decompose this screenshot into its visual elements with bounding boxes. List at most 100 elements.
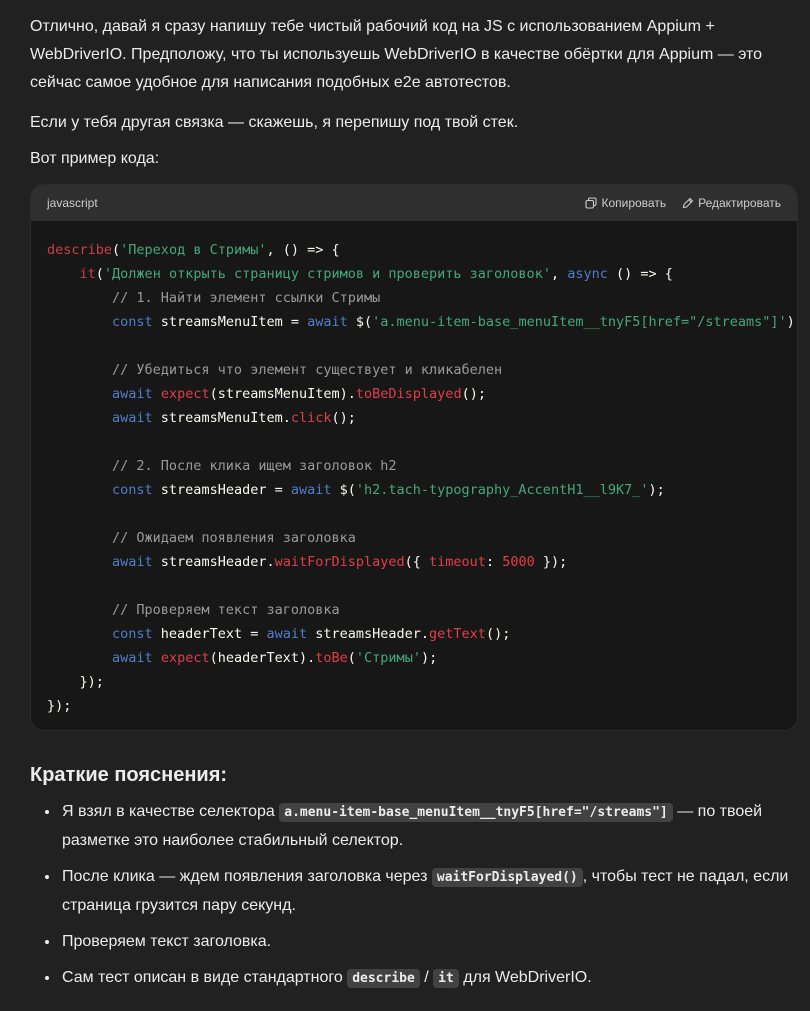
code-token: $( — [331, 482, 356, 498]
code-line: // 1. Найти элемент ссылки Стримы — [47, 286, 781, 310]
code-token: const — [112, 314, 153, 330]
code-token: 'a.menu-item-base_menuItem__tnyF5[href="… — [372, 314, 787, 330]
code-line: // 2. После клика ищем заголовок h2 — [47, 454, 781, 478]
code-token: , — [550, 266, 568, 282]
code-line: // Проверяем текст заголовка — [47, 598, 781, 622]
code-token: ); — [648, 482, 665, 498]
inline-code: waitForDisplayed() — [431, 868, 583, 887]
code-token: (); — [461, 386, 486, 402]
code-token: }); — [534, 554, 568, 570]
code-token: , () => { — [266, 242, 340, 258]
code-line: }); — [47, 670, 781, 694]
code-token: 'Переход в Стримы' — [120, 242, 267, 258]
code-line: await expect(headerText).toBe('Стримы'); — [47, 646, 781, 670]
code-token: : — [485, 554, 503, 570]
code-line: await expect(streamsMenuItem).toBeDispla… — [47, 382, 781, 406]
code-token: const — [112, 482, 153, 498]
code-token: ); — [786, 314, 797, 330]
code-token: streamsMenuItem. — [152, 410, 291, 426]
code-token: // Проверяем текст заголовка — [47, 602, 340, 618]
code-token: await — [307, 314, 348, 330]
code-token: streamsHeader. — [152, 554, 275, 570]
code-line: // Ожидаем появления заголовка — [47, 526, 781, 550]
inline-code: a.menu-item-base_menuItem__tnyF5[href="/… — [279, 803, 673, 822]
code-block: javascript Копировать Редактировать desc… — [30, 184, 798, 731]
code-line: }); — [47, 694, 781, 718]
code-token: const — [112, 626, 153, 642]
summary-heading: Краткие пояснения: — [30, 764, 228, 786]
code-line: const streamsMenuItem = await $('a.menu-… — [47, 310, 797, 334]
code-line: await streamsHeader.waitForDisplayed({ t… — [47, 550, 781, 574]
code-token: $( — [347, 314, 373, 330]
code-token: ( — [95, 266, 104, 282]
code-token: // Ожидаем появления заголовка — [47, 530, 356, 546]
code-token: streamsMenuItem = — [152, 314, 308, 330]
stack-note-paragraph: Если у тебя другая связка — скажешь, я п… — [30, 114, 519, 131]
code-token: ); — [420, 650, 438, 666]
code-token: headerText = — [152, 626, 267, 642]
code-token: 'Стримы' — [355, 650, 421, 666]
code-token: (streamsMenuItem). — [209, 386, 356, 402]
code-line: const headerText = await streamsHeader.g… — [47, 622, 781, 646]
code-token: ( — [112, 242, 121, 258]
code-token: await — [112, 554, 153, 570]
code-token: ( — [347, 650, 356, 666]
code-token: expect — [160, 650, 210, 666]
summary-text: Проверяем текст заголовка. — [62, 933, 272, 950]
copy-button[interactable]: Копировать — [585, 185, 666, 221]
code-token: 'h2.tach-typography_AccentH1__l9K7_' — [355, 482, 649, 498]
code-language-label: javascript — [47, 196, 98, 210]
code-token: await — [290, 482, 332, 498]
code-body: describe('Переход в Стримы', () => { it(… — [31, 221, 797, 730]
summary-item: Я взял в качестве селектора a.menu-item-… — [60, 798, 800, 855]
code-token: toBe — [315, 650, 348, 666]
code-token: streamsHeader. — [307, 626, 430, 642]
code-token: 5000 — [502, 554, 535, 570]
message-content: Отлично, давай я сразу напишу тебе чисты… — [30, 13, 800, 1001]
code-block-header: javascript Копировать Редактировать — [31, 185, 797, 221]
code-token: await — [112, 386, 153, 402]
code-token: (headerText). — [209, 650, 316, 666]
code-token: (); — [331, 410, 356, 426]
code-intro-paragraph: Вот пример кода: — [30, 150, 160, 167]
code-token: describe — [47, 242, 113, 258]
code-token: // 2. После клика ищем заголовок h2 — [47, 458, 397, 474]
code-token: await — [266, 626, 308, 642]
copy-label: Копировать — [601, 196, 667, 210]
code-token: ({ — [404, 554, 430, 570]
code-token: // Убедиться что элемент существует и кл… — [47, 362, 503, 378]
code-token: await — [112, 650, 153, 666]
code-token: streamsHeader = — [152, 482, 291, 498]
edit-icon — [682, 197, 694, 209]
code-token: toBeDisplayed — [355, 386, 462, 402]
copy-icon — [585, 197, 598, 209]
code-line: await streamsMenuItem.click(); — [47, 406, 781, 430]
edit-label: Редактировать — [698, 196, 781, 210]
code-token: await — [112, 410, 153, 426]
code-token: async — [567, 266, 608, 282]
code-token: // 1. Найти элемент ссылки Стримы — [47, 290, 381, 306]
code-token: click — [290, 410, 332, 426]
edit-button[interactable]: Редактировать — [682, 185, 781, 221]
summary-list: Я взял в качестве селектора a.menu-item-… — [30, 798, 800, 993]
code-token: (); — [485, 626, 511, 642]
summary-item: Проверяем текст заголовка. — [60, 928, 800, 956]
intro-paragraph: Отлично, давай я сразу напишу тебе чисты… — [30, 18, 763, 91]
code-token: }); — [47, 698, 72, 714]
inline-code: it — [433, 969, 459, 988]
code-token: getText — [429, 626, 486, 642]
code-token: it — [79, 266, 96, 282]
inline-code: describe — [347, 969, 420, 988]
summary-item: Сам тест описан в виде стандартного desc… — [60, 964, 800, 993]
